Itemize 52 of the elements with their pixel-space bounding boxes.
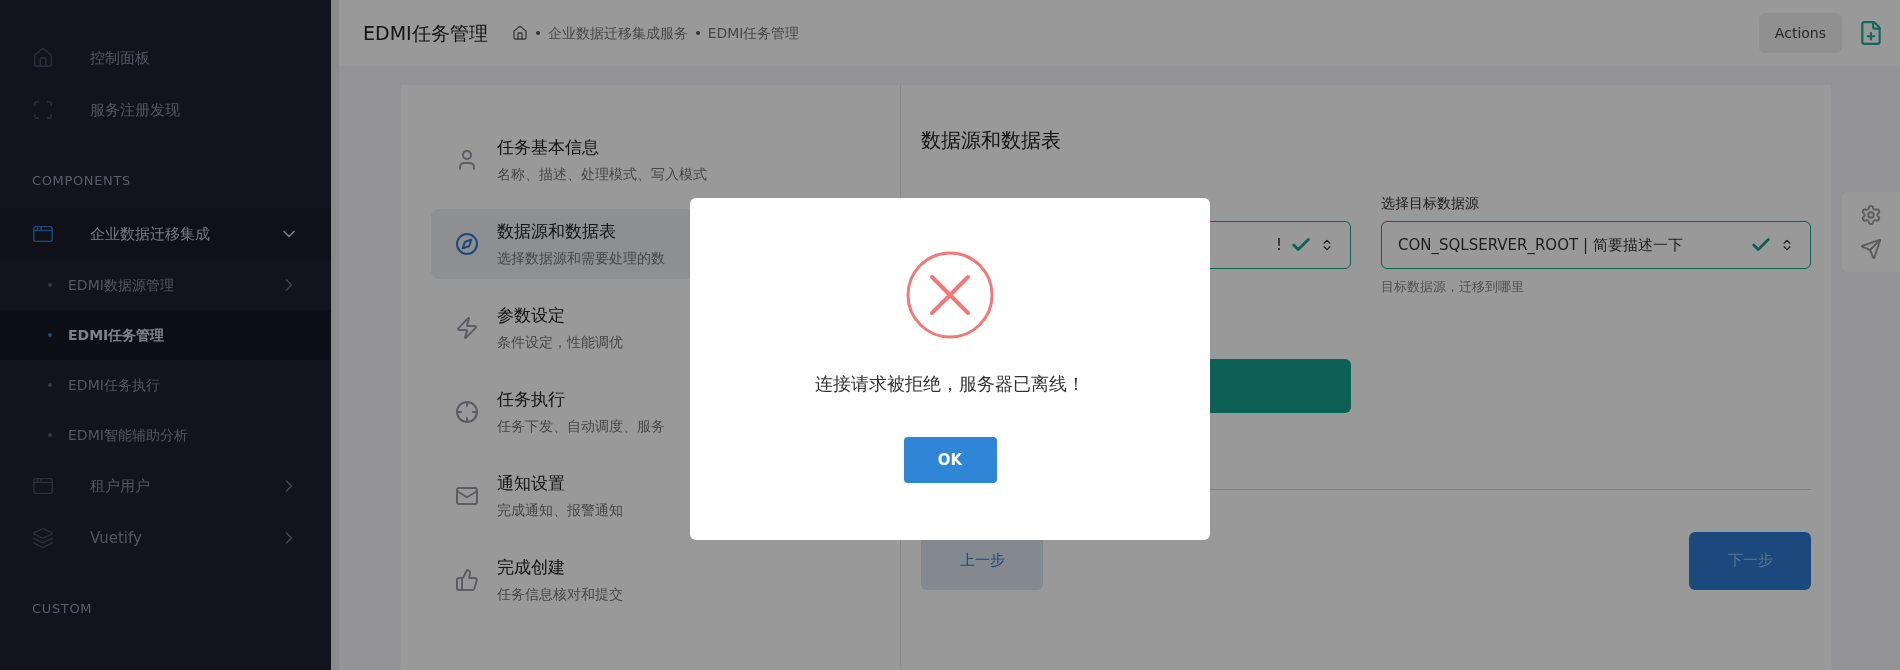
step-description: 名称、描述、处理模式、写入模式 [497, 165, 707, 185]
sidebar-item[interactable]: 租户用户 [0, 460, 331, 512]
step-description: 完成通知、报警通知 [497, 501, 623, 521]
add-file-icon[interactable] [1858, 20, 1884, 46]
section-heading: CUSTOM [32, 601, 93, 616]
bullet-icon [48, 383, 52, 387]
send-icon[interactable] [1860, 238, 1882, 260]
settings-icon[interactable] [1860, 204, 1882, 226]
wizard-step[interactable]: 任务基本信息 名称、描述、处理模式、写入模式 [431, 125, 870, 195]
step-title: 完成创建 [497, 555, 566, 579]
error-icon [905, 250, 995, 340]
step-title: 通知设置 [497, 471, 566, 495]
section-title: 数据源和数据表 [921, 127, 1062, 154]
dialog-message: 连接请求被拒绝，服务器已离线！ [815, 372, 1085, 396]
section-heading: COMPONENTS [32, 173, 131, 188]
select-field[interactable]: CON_SQLSERVER_ROOT | 简要描述一下 [1381, 221, 1811, 269]
step-title: 任务执行 [497, 387, 566, 411]
sidebar-item[interactable]: 企业数据迁移集成 [0, 208, 331, 260]
wizard-step[interactable]: 通知设置 完成通知、报警通知 [431, 461, 870, 531]
wizard-step[interactable]: 完成创建 任务信息核对和提交 [431, 545, 870, 615]
page-title: EDMI任务管理 [363, 20, 488, 46]
bullet-icon [48, 433, 52, 437]
home-icon [32, 47, 54, 69]
wizard-step[interactable]: 参数设定 条件设定，性能调优 [431, 293, 870, 363]
sidebar-item[interactable]: 控制面板 [0, 32, 331, 84]
scrollbar[interactable] [331, 0, 339, 670]
step-description: 任务下发、自动调度、服务 [497, 417, 665, 437]
step-icon [455, 400, 479, 424]
step-description: 选择数据源和需要处理的数 [497, 249, 665, 269]
submenu-item[interactable]: EDMI任务管理 [0, 310, 331, 360]
step-icon [455, 484, 479, 508]
ok-button[interactable]: OK [903, 437, 997, 483]
step-title: 参数设定 [497, 303, 566, 327]
breadcrumb-link[interactable]: EDMI任务管理 [707, 22, 800, 44]
actions-button[interactable]: Actions [1758, 13, 1842, 53]
sidebar-item[interactable]: 服务注册发现 [0, 84, 331, 136]
step-icon [455, 232, 479, 256]
field-label: 选择目标数据源 [1381, 194, 1480, 213]
breadcrumb-separator [535, 31, 540, 35]
breadcrumb-separator [695, 31, 700, 35]
sidebar-item[interactable]: Vuetify [0, 512, 331, 564]
step-title: 数据源和数据表 [497, 219, 617, 243]
helper-text: 目标数据源，迁移到哪里 [1381, 278, 1525, 296]
step-description: 条件设定，性能调优 [497, 333, 623, 353]
step-description: 任务信息核对和提交 [497, 585, 623, 605]
bullet-icon [48, 283, 52, 287]
home-icon [511, 25, 528, 41]
step-icon [455, 316, 479, 340]
step-title: 任务基本信息 [497, 135, 600, 159]
breadcrumb-link[interactable]: 企业数据迁移集成服务 [547, 22, 688, 44]
step-icon [455, 568, 479, 592]
bullet-icon [48, 333, 52, 337]
